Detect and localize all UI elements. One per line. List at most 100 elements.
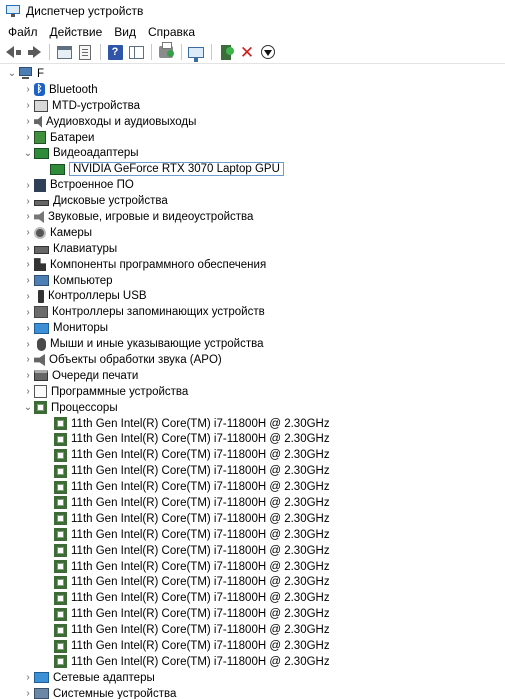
menu-action[interactable]: Действие (44, 25, 109, 39)
menu-help[interactable]: Справка (142, 25, 201, 39)
chevron-right-icon[interactable]: › (22, 132, 34, 144)
chevron-right-icon[interactable]: › (22, 275, 34, 287)
tree-item-firmware[interactable]: › Встроенное ПО (0, 177, 505, 193)
tree-item-sound-video[interactable]: › Звуковые, игровые и видеоустройства (0, 209, 505, 225)
action-pane-button[interactable] (127, 43, 145, 61)
device-manager-icon (6, 5, 20, 17)
tree-root[interactable]: ⌄ F (0, 66, 505, 82)
tree-item-cpu[interactable]: 11th Gen Intel(R) Core(TM) i7-11800H @ 2… (0, 511, 505, 527)
chevron-right-icon[interactable]: › (22, 370, 34, 382)
chevron-right-icon[interactable]: › (22, 290, 34, 302)
tree-item-cpu[interactable]: 11th Gen Intel(R) Core(TM) i7-11800H @ 2… (0, 527, 505, 543)
back-button[interactable] (4, 43, 22, 61)
tree-item-disk-drives[interactable]: › Дисковые устройства (0, 193, 505, 209)
tree-item-software-components[interactable]: › Компоненты программного обеспечения (0, 257, 505, 273)
show-hide-console-tree-button[interactable] (55, 43, 73, 61)
tree-item-keyboards[interactable]: › Клавиатуры (0, 241, 505, 257)
scan-hardware-button[interactable] (187, 43, 205, 62)
window-title: Диспетчер устройств (26, 4, 144, 18)
storage-controller-icon (34, 306, 48, 319)
tree-item-cameras[interactable]: › Камеры (0, 225, 505, 241)
tree-item-storage-controllers[interactable]: › Контроллеры запоминающих устройств (0, 304, 505, 320)
chevron-right-icon[interactable]: › (22, 195, 34, 207)
tree-item-monitors[interactable]: › Мониторы (0, 320, 505, 336)
toolbar: ? ✕ (0, 41, 505, 64)
action-pane-icon (128, 45, 144, 59)
tree-item-audio-io[interactable]: › Аудиовходы и аудиовыходы (0, 114, 505, 130)
toolbar-separator (181, 44, 182, 60)
chevron-right-icon[interactable]: › (22, 100, 34, 112)
computer-icon (18, 67, 33, 80)
chevron-right-icon[interactable]: › (22, 322, 34, 334)
chevron-right-icon[interactable]: › (22, 259, 34, 271)
chevron-right-icon[interactable]: › (22, 179, 34, 191)
chevron-right-icon[interactable]: › (22, 116, 34, 128)
tree-item-batteries[interactable]: › Батареи (0, 130, 505, 146)
forward-button[interactable] (25, 43, 43, 61)
chevron-right-icon[interactable]: › (22, 688, 34, 699)
chevron-right-icon[interactable]: › (22, 84, 34, 96)
tree-item-bluetooth[interactable]: › ᛒ Bluetooth (0, 82, 505, 98)
network-adapter-icon (34, 672, 49, 684)
chevron-right-icon[interactable]: › (22, 227, 34, 239)
mtd-icon (34, 99, 48, 112)
chevron-down-icon[interactable]: ⌄ (6, 68, 18, 80)
tree-item-cpu[interactable]: 11th Gen Intel(R) Core(TM) i7-11800H @ 2… (0, 638, 505, 654)
tree-item-cpu[interactable]: 11th Gen Intel(R) Core(TM) i7-11800H @ 2… (0, 463, 505, 479)
chevron-right-icon[interactable]: › (22, 386, 34, 398)
chevron-right-icon[interactable]: › (22, 243, 34, 255)
help-button[interactable]: ? (106, 43, 124, 61)
menu-view[interactable]: Вид (108, 25, 142, 39)
processor-icon (54, 480, 67, 494)
tree-item-computer[interactable]: › Компьютер (0, 273, 505, 289)
tree-item-display-adapters[interactable]: ⌄ Видеоадаптеры (0, 145, 505, 161)
tree-item-cpu[interactable]: 11th Gen Intel(R) Core(TM) i7-11800H @ 2… (0, 543, 505, 559)
tree-item-cpu[interactable]: 11th Gen Intel(R) Core(TM) i7-11800H @ 2… (0, 622, 505, 638)
menu-file[interactable]: Файл (2, 25, 44, 39)
properties-button[interactable] (76, 43, 94, 61)
tree-item-cpu[interactable]: 11th Gen Intel(R) Core(TM) i7-11800H @ 2… (0, 479, 505, 495)
chevron-down-icon[interactable]: ⌄ (22, 147, 34, 159)
processor-icon (54, 591, 67, 605)
computer-icon (34, 275, 49, 287)
tree-item-cpu[interactable]: 11th Gen Intel(R) Core(TM) i7-11800H @ 2… (0, 654, 505, 670)
chevron-right-icon[interactable]: › (22, 672, 34, 684)
gpu-icon (50, 163, 65, 175)
chevron-right-icon[interactable]: › (22, 211, 34, 223)
tree-item-network-adapters[interactable]: › Сетевые адаптеры (0, 670, 505, 686)
device-tree[interactable]: ⌄ F › ᛒ Bluetooth › MTD-устройства › Ауд… (0, 66, 505, 699)
tree-item-gpu[interactable]: NVIDIA GeForce RTX 3070 Laptop GPU (0, 161, 505, 177)
battery-icon (34, 131, 46, 144)
tree-item-mice[interactable]: › Мыши и иные указывающие устройства (0, 336, 505, 352)
tree-item-usb[interactable]: › Контроллеры USB (0, 288, 505, 304)
tree-item-apo[interactable]: › Объекты обработки звука (APO) (0, 352, 505, 368)
chevron-right-icon[interactable]: › (22, 354, 34, 366)
tree-item-cpu[interactable]: 11th Gen Intel(R) Core(TM) i7-11800H @ 2… (0, 495, 505, 511)
tree-item-cpu[interactable]: 11th Gen Intel(R) Core(TM) i7-11800H @ 2… (0, 416, 505, 432)
tree-item-cpu[interactable]: 11th Gen Intel(R) Core(TM) i7-11800H @ 2… (0, 606, 505, 622)
processor-icon (54, 432, 67, 446)
chevron-down-icon[interactable]: ⌄ (22, 402, 34, 414)
tree-item-print-queues[interactable]: › Очереди печати (0, 368, 505, 384)
processor-icon (54, 560, 67, 574)
tree-item-cpu[interactable]: 11th Gen Intel(R) Core(TM) i7-11800H @ 2… (0, 590, 505, 606)
tree-item-processors[interactable]: ⌄ Процессоры (0, 400, 505, 416)
disk-icon (34, 200, 49, 207)
menu-bar: Файл Действие Вид Справка (0, 22, 505, 41)
tree-item-cpu[interactable]: 11th Gen Intel(R) Core(TM) i7-11800H @ 2… (0, 447, 505, 463)
add-driver-button[interactable] (217, 43, 235, 61)
tree-item-cpu[interactable]: 11th Gen Intel(R) Core(TM) i7-11800H @ 2… (0, 575, 505, 591)
chevron-right-icon[interactable]: › (22, 306, 34, 318)
chevron-right-icon[interactable]: › (22, 338, 34, 350)
tree-item-system-devices[interactable]: › Системные устройства (0, 686, 505, 699)
disable-device-button[interactable] (259, 43, 277, 61)
update-driver-button[interactable] (157, 42, 175, 61)
tree-item-software-devices[interactable]: › Программные устройства (0, 384, 505, 400)
tree-item-cpu[interactable]: 11th Gen Intel(R) Core(TM) i7-11800H @ 2… (0, 431, 505, 447)
back-icon (5, 46, 14, 58)
uninstall-device-button[interactable]: ✕ (238, 43, 256, 61)
processor-icon (54, 464, 67, 478)
tree-item-mtd[interactable]: › MTD-устройства (0, 98, 505, 114)
processor-icon (54, 512, 67, 526)
tree-item-cpu[interactable]: 11th Gen Intel(R) Core(TM) i7-11800H @ 2… (0, 559, 505, 575)
